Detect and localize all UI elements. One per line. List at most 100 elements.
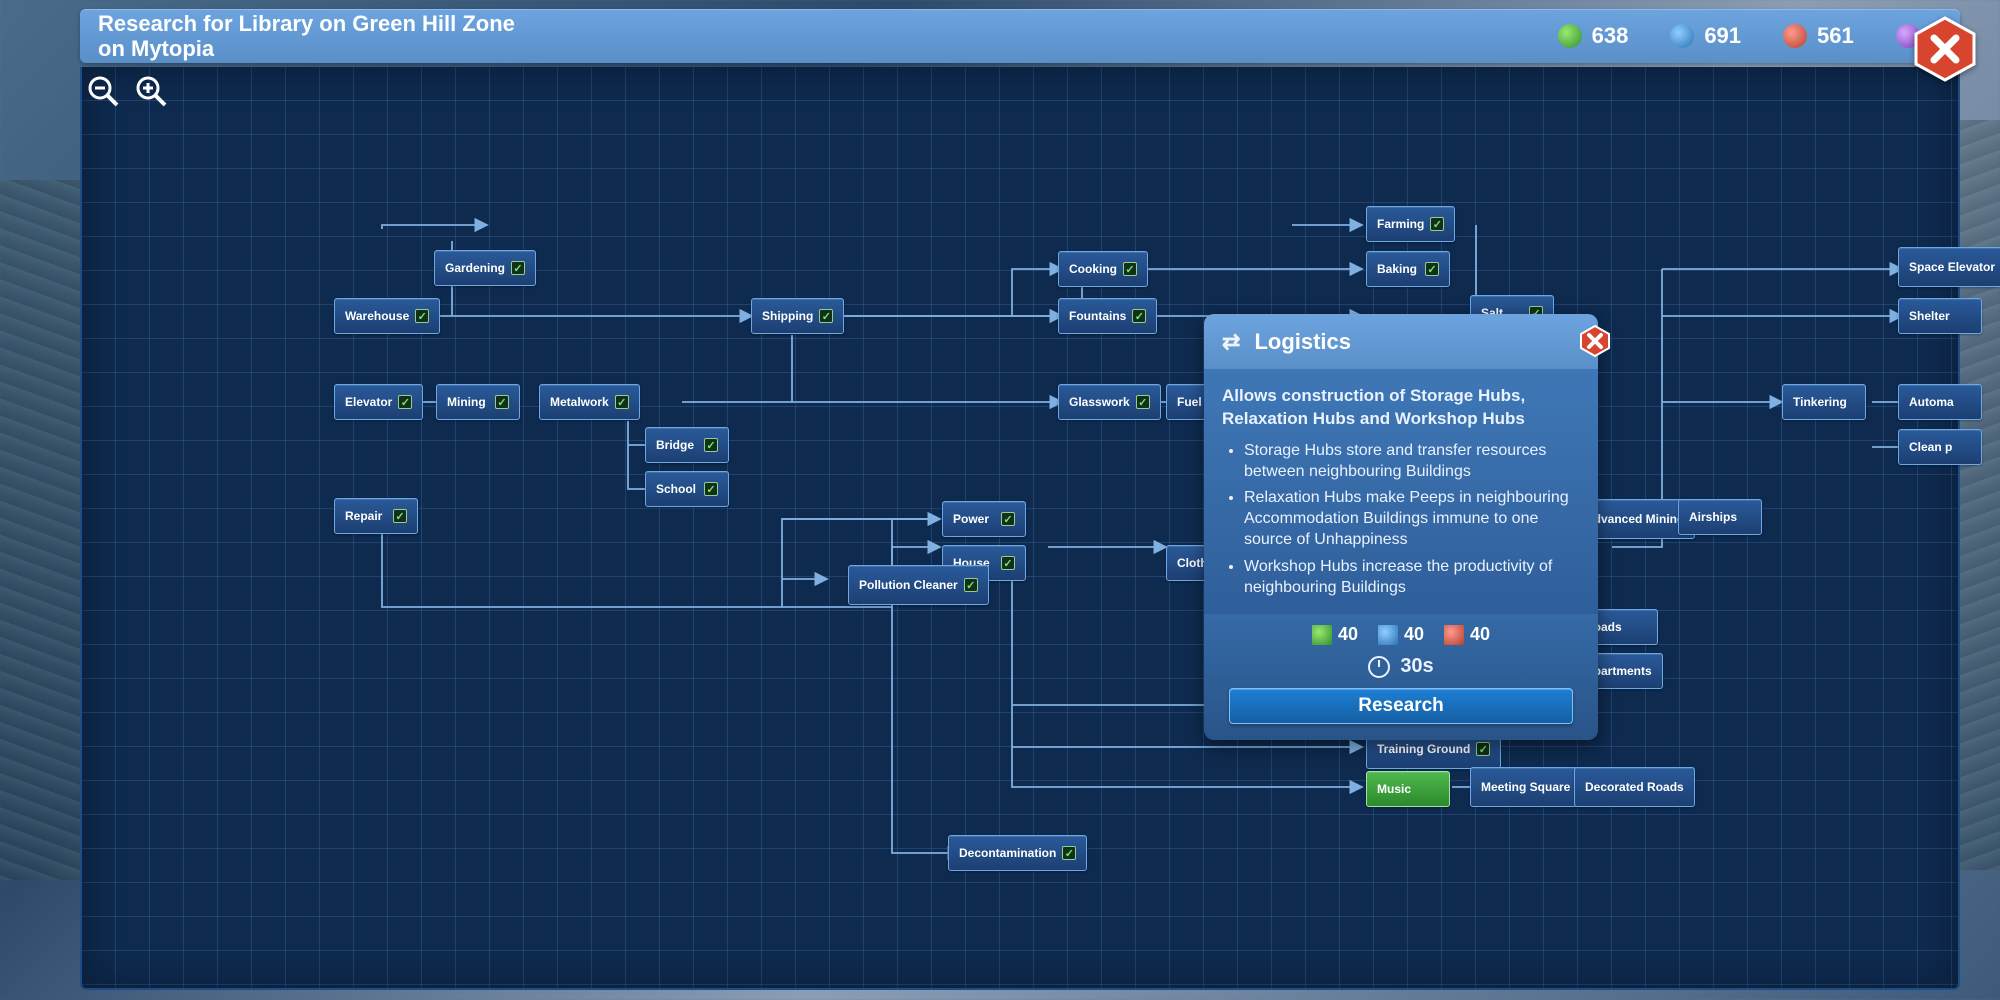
node-label: Repair (345, 510, 382, 523)
node-shipping[interactable]: Shipping (751, 298, 844, 334)
node-repair[interactable]: Repair (334, 498, 418, 534)
node-pollution-cleaner[interactable]: Pollution Cleaner (848, 565, 989, 605)
node-music[interactable]: Music (1366, 771, 1450, 807)
cost-red: 40 (1444, 624, 1490, 645)
node-cooking[interactable]: Cooking (1058, 251, 1148, 287)
background-decor-left (0, 180, 90, 880)
research-time: 30s (1368, 655, 1433, 678)
node-label: Decontamination (959, 847, 1056, 860)
check-icon (1001, 556, 1015, 570)
popup-bullet: Storage Hubs store and transfer resource… (1244, 441, 1580, 483)
node-farming[interactable]: Farming (1366, 206, 1455, 242)
node-label: Cooking (1069, 263, 1117, 276)
popup-bullet: Relaxation Hubs make Peeps in neighbouri… (1244, 488, 1580, 550)
node-label: Space Elevator (1909, 261, 1995, 274)
check-icon (1430, 217, 1444, 231)
check-icon (615, 395, 629, 409)
zoom-controls (86, 74, 168, 108)
node-label: Shipping (762, 310, 813, 323)
node-bridge[interactable]: Bridge (645, 427, 729, 463)
node-power[interactable]: Power (942, 501, 1026, 537)
node-glasswork[interactable]: Glasswork (1058, 384, 1161, 420)
node-label: Music (1377, 783, 1411, 796)
popup-title: Logistics (1254, 329, 1351, 355)
resource-readout: 638 691 561 0 (1558, 23, 1942, 49)
node-shelter[interactable]: Shelter (1898, 298, 1982, 334)
research-header: Research for Library on Green Hill Zone … (80, 9, 1960, 63)
node-label: Power (953, 513, 989, 526)
node-tinkering[interactable]: Tinkering (1782, 384, 1866, 420)
node-clean-power[interactable]: Clean p (1898, 429, 1982, 465)
check-icon (1123, 262, 1137, 276)
resource-red-icon (1783, 24, 1807, 48)
popup-body: Allows construction of Storage Hubs, Rel… (1204, 369, 1598, 614)
node-decontamination[interactable]: Decontamination (948, 835, 1087, 871)
check-icon (393, 509, 407, 523)
check-icon (415, 309, 429, 323)
node-airships[interactable]: Airships (1678, 499, 1762, 535)
node-label: Advanced Mining (1585, 513, 1684, 526)
node-label: School (656, 483, 696, 496)
node-baking[interactable]: Baking (1366, 251, 1450, 287)
cost-green: 40 (1312, 624, 1358, 645)
node-label: Metalwork (550, 396, 609, 409)
popup-bullet: Workshop Hubs increase the productivity … (1244, 557, 1580, 599)
popup-costs: 40 40 40 30s Research (1204, 614, 1598, 740)
resource-green-icon (1558, 24, 1582, 48)
popup-header: ⇄ Logistics (1204, 314, 1598, 369)
node-decorated-roads[interactable]: Decorated Roads (1574, 767, 1695, 807)
node-label: Elevator (345, 396, 392, 409)
zoom-in-button[interactable] (134, 74, 168, 108)
node-label: Fountains (1069, 310, 1126, 323)
cost-value: 40 (1338, 624, 1358, 645)
node-warehouse[interactable]: Warehouse (334, 298, 440, 334)
popup-description: Allows construction of Storage Hubs, Rel… (1222, 385, 1580, 431)
node-elevator[interactable]: Elevator (334, 384, 423, 420)
node-label: Training Ground (1377, 743, 1470, 756)
node-automation[interactable]: Automa (1898, 384, 1982, 420)
logistics-icon: ⇄ (1222, 329, 1240, 355)
check-icon (1476, 742, 1490, 756)
node-label: Gardening (445, 262, 505, 275)
research-button[interactable]: Research (1229, 688, 1573, 724)
resource-green: 638 (1558, 23, 1629, 49)
check-icon (1425, 262, 1439, 276)
cost-blue: 40 (1378, 624, 1424, 645)
resource-red-icon (1444, 625, 1464, 645)
node-mining[interactable]: Mining (436, 384, 520, 420)
cost-row: 40 40 40 (1312, 624, 1490, 645)
resource-blue-icon (1378, 625, 1398, 645)
cost-value: 40 (1404, 624, 1424, 645)
resource-green-value: 638 (1592, 23, 1629, 49)
node-label: Glasswork (1069, 396, 1130, 409)
node-label: Baking (1377, 263, 1417, 276)
node-school[interactable]: School (645, 471, 729, 507)
node-label: Tinkering (1793, 396, 1847, 409)
clock-icon (1368, 656, 1390, 678)
node-gardening[interactable]: Gardening (434, 250, 536, 286)
time-value: 30s (1400, 655, 1433, 678)
node-label: Meeting Square (1481, 781, 1570, 794)
check-icon (1132, 309, 1146, 323)
page-title: Research for Library on Green Hill Zone … (98, 11, 518, 62)
close-button[interactable] (1910, 14, 1980, 84)
zoom-out-button[interactable] (86, 74, 120, 108)
node-label: Shelter (1909, 310, 1950, 323)
node-label: Airships (1689, 511, 1737, 524)
node-fountains[interactable]: Fountains (1058, 298, 1157, 334)
cost-value: 40 (1470, 624, 1490, 645)
node-label: Automa (1909, 396, 1954, 409)
popup-bullets: Storage Hubs store and transfer resource… (1222, 441, 1580, 599)
node-label: Farming (1377, 218, 1424, 231)
tech-tree-panel[interactable]: Warehouse Gardening Shipping Elevator Mi… (80, 67, 1960, 990)
node-space-elevator[interactable]: Space Elevator (1898, 247, 2000, 287)
popup-close-button[interactable] (1578, 324, 1612, 358)
check-icon (704, 438, 718, 452)
tech-tree-graph: Warehouse Gardening Shipping Elevator Mi… (82, 67, 1958, 988)
check-icon (1062, 846, 1076, 860)
resource-red: 561 (1783, 23, 1854, 49)
check-icon (1001, 512, 1015, 526)
resource-green-icon (1312, 625, 1332, 645)
node-metalwork[interactable]: Metalwork (539, 384, 640, 420)
node-meeting-square[interactable]: Meeting Square (1470, 767, 1581, 807)
